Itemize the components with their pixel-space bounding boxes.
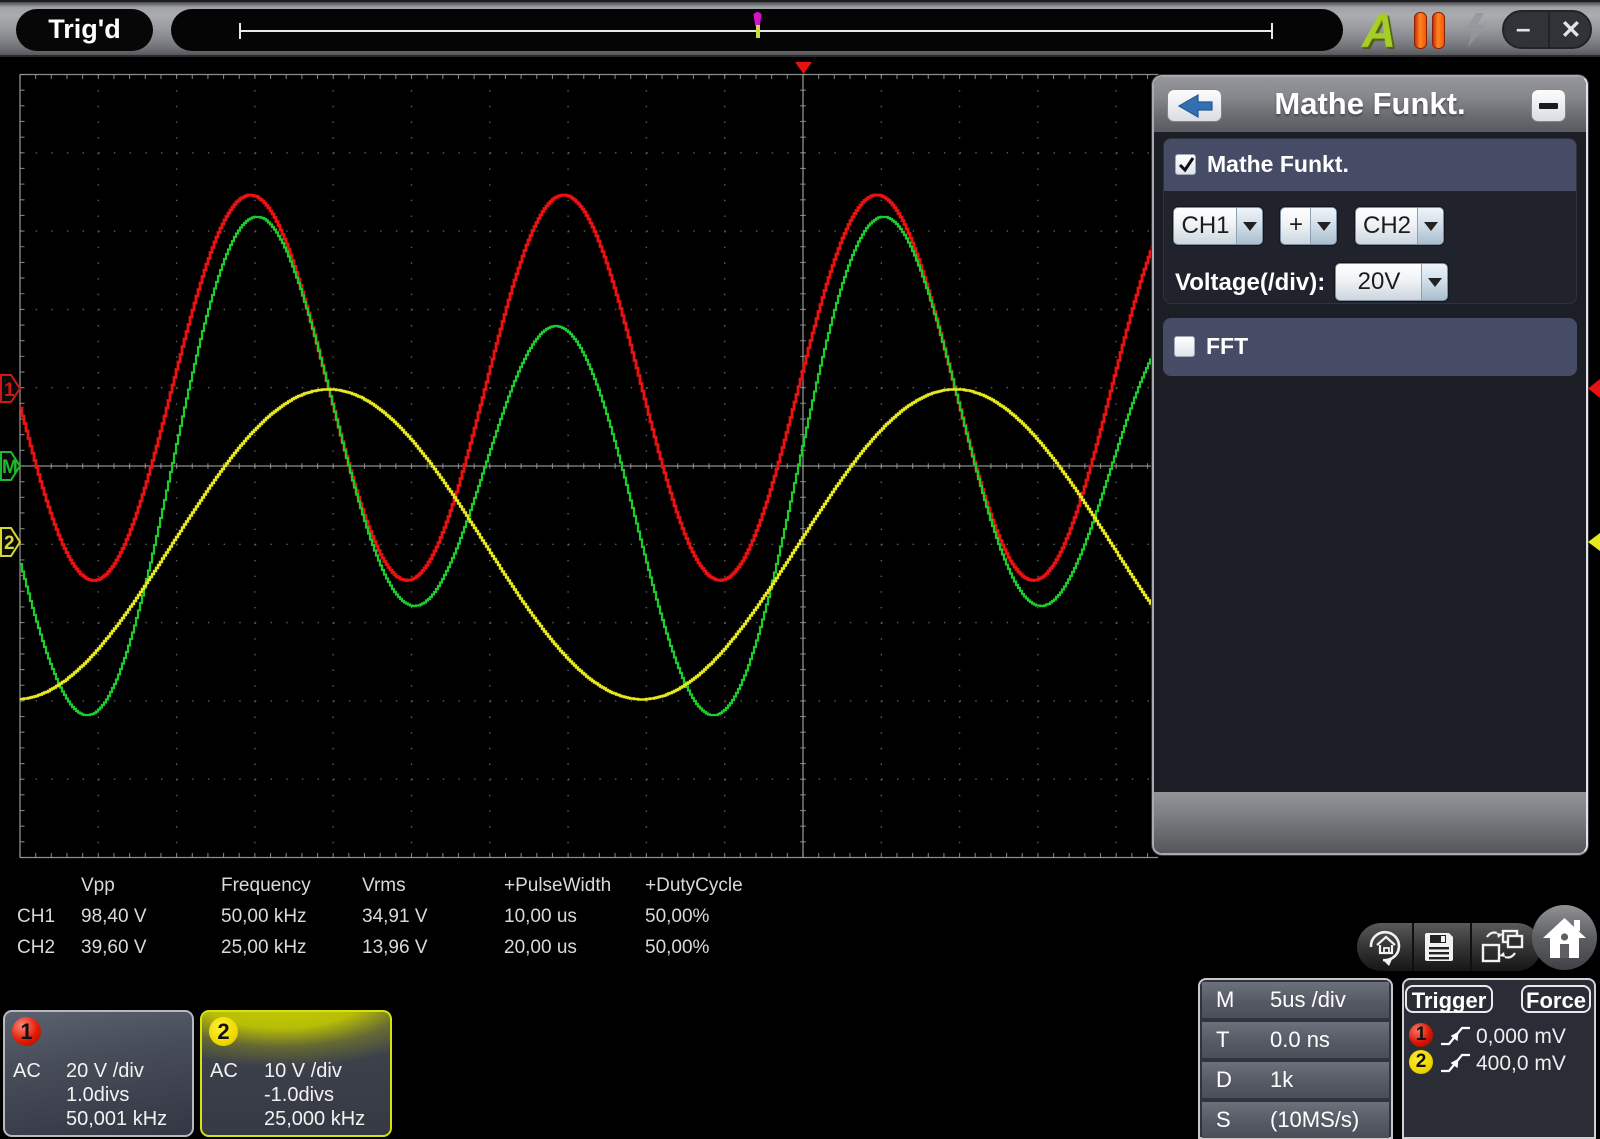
- svg-text:M: M: [2, 457, 18, 478]
- svg-text:1: 1: [4, 380, 15, 401]
- svg-text:2: 2: [4, 533, 15, 554]
